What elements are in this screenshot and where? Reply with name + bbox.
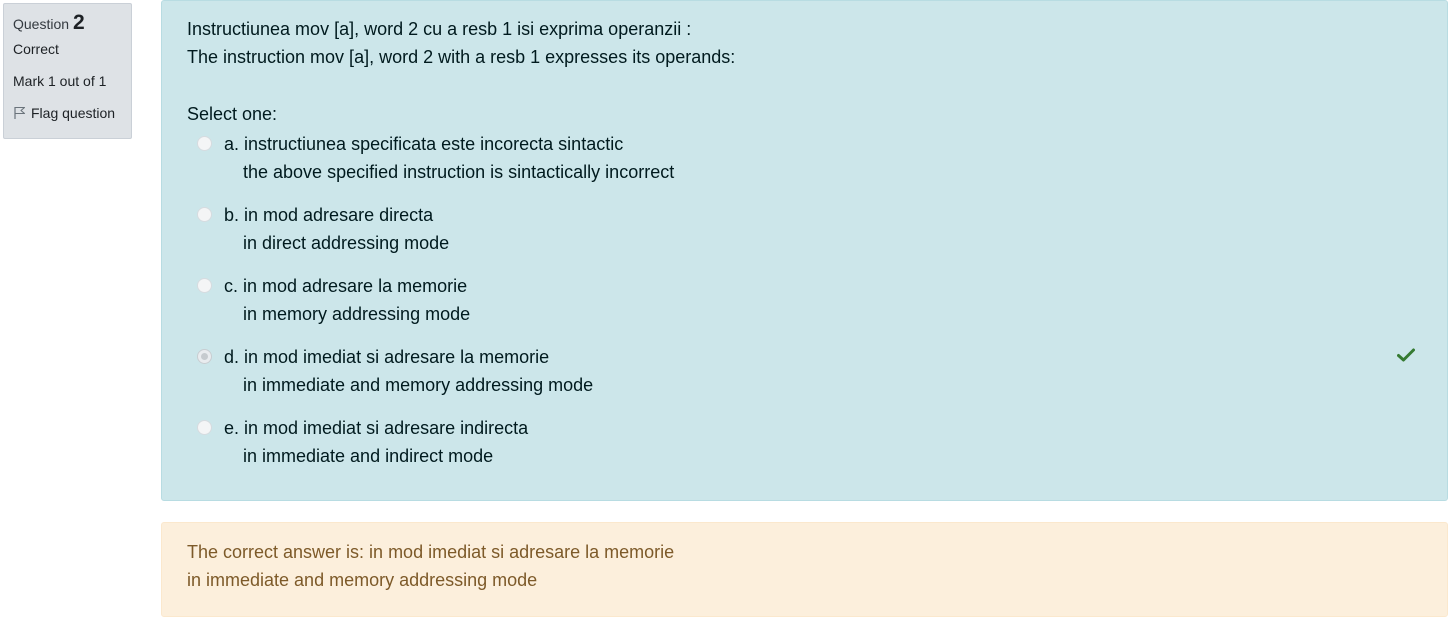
answer-text-ro: e. in mod imediat si adresare indirecta [224, 418, 529, 438]
answer-option-e[interactable]: e. in mod imediat si adresare indirecta … [187, 414, 1422, 485]
question-number-value: 2 [72, 11, 85, 34]
answer-radio-a[interactable] [197, 136, 212, 151]
answer-list: a. instructiunea specificata este incore… [187, 130, 1422, 485]
flag-question-button[interactable]: Flag question [13, 104, 122, 122]
flag-question-label: Flag question [31, 105, 116, 121]
answer-label-e[interactable]: e. in mod imediat si adresare indirecta … [224, 414, 528, 470]
answer-radio-d[interactable] [197, 349, 212, 364]
correct-answer-text-en: in immediate and memory addressing mode [187, 570, 538, 590]
flag-icon [13, 106, 26, 120]
answer-label-a[interactable]: a. instructiunea specificata este incore… [224, 130, 674, 186]
answer-text-en: in immediate and memory addressing mode [243, 375, 594, 395]
question-text-ro: Instructiunea mov [a], word 2 cu a resb … [187, 19, 692, 39]
feedback-panel: The correct answer is: in mod imediat si… [161, 522, 1448, 617]
answer-radio-e[interactable] [197, 420, 212, 435]
correct-answer-text: The correct answer is: in mod imediat si… [187, 542, 675, 562]
answer-text-ro: d. in mod imediat si adresare la memorie [224, 347, 550, 367]
question-text: Instructiunea mov [a], word 2 cu a resb … [187, 15, 1422, 71]
question-formulation: Instructiunea mov [a], word 2 cu a resb … [161, 0, 1448, 501]
question-grade: Mark 1 out of 1 [13, 73, 107, 89]
answer-text-ro: a. instructiunea specificata este incore… [224, 134, 624, 154]
answer-text-en: in direct addressing mode [243, 233, 450, 253]
answer-option-d[interactable]: d. in mod imediat si adresare la memorie… [187, 343, 1422, 414]
answer-text-ro: c. in mod adresare la memorie [224, 276, 468, 296]
answer-option-b[interactable]: b. in mod adresare directa in direct add… [187, 201, 1422, 272]
answer-label-b[interactable]: b. in mod adresare directa in direct add… [224, 201, 449, 257]
answer-option-c[interactable]: c. in mod adresare la memorie in memory … [187, 272, 1422, 343]
answer-text-en: the above specified instruction is sinta… [243, 162, 675, 182]
answer-text-en: in memory addressing mode [243, 304, 471, 324]
answer-text-ro: b. in mod adresare directa [224, 205, 434, 225]
question-state: Correct [13, 41, 59, 57]
answer-option-a[interactable]: a. instructiunea specificata este incore… [187, 130, 1422, 201]
question-label: Question [13, 16, 70, 32]
answer-radio-b[interactable] [197, 207, 212, 222]
answer-radio-c[interactable] [197, 278, 212, 293]
answer-label-c[interactable]: c. in mod adresare la memorie in memory … [224, 272, 470, 328]
answer-label-d[interactable]: d. in mod imediat si adresare la memorie… [224, 343, 593, 399]
question-info-panel: Question 2 Correct Mark 1 out of 1 Flag … [3, 3, 132, 139]
question-text-en: The instruction mov [a], word 2 with a r… [187, 47, 736, 67]
question-number: Question 2 [13, 12, 122, 40]
correct-check-icon [1397, 346, 1415, 367]
answer-text-en: in immediate and indirect mode [243, 446, 494, 466]
answer-prompt: Select one: [187, 104, 278, 124]
